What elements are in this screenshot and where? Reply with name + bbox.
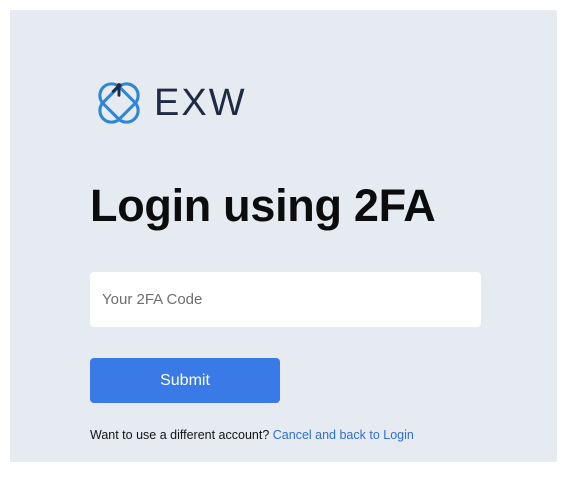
twofa-code-input[interactable]	[90, 272, 481, 327]
login-panel: EXW Login using 2FA Submit Want to use a…	[10, 10, 557, 462]
submit-button[interactable]: Submit	[90, 358, 280, 403]
brand: EXW	[90, 68, 247, 138]
page-title: Login using 2FA	[90, 180, 436, 231]
footer-text: Want to use a different account? Cancel …	[90, 428, 414, 442]
exw-logo-icon	[98, 82, 140, 124]
cancel-back-to-login-link[interactable]: Cancel and back to Login	[273, 428, 414, 442]
footer-prompt: Want to use a different account?	[90, 428, 270, 442]
brand-name: EXW	[154, 82, 247, 124]
